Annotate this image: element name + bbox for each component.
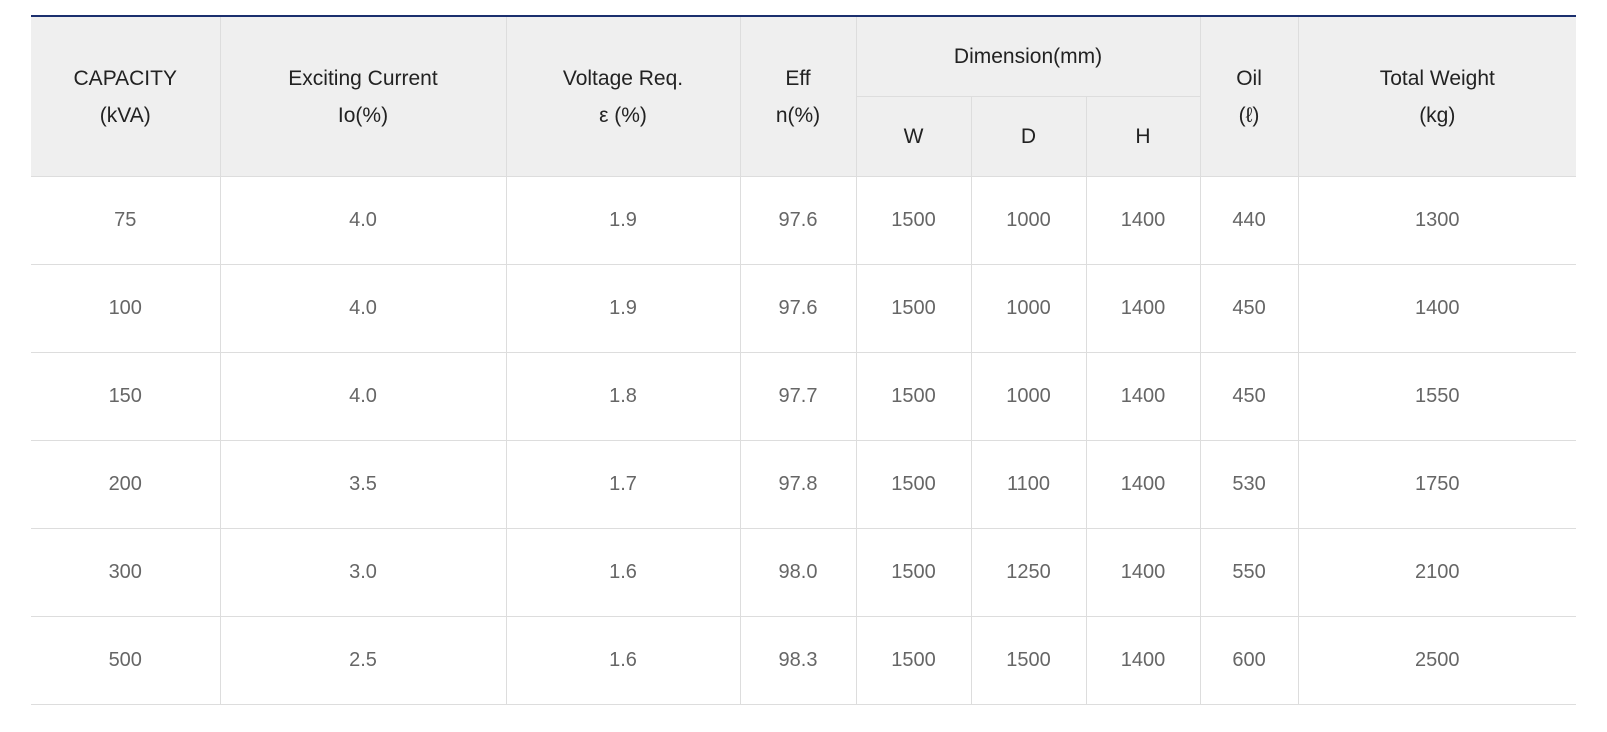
cell-exciting-current: 4.0 [219,176,506,265]
cell-exciting-current: 3.5 [219,440,506,529]
cell-dimension-h: 1400 [1085,528,1201,617]
spec-table-container: CAPACITY (kVA) Exciting Current Io(%) Vo… [31,15,1577,705]
header-dimension: Dimension(mm) [855,16,1201,97]
header-voltage-req-label: Voltage Req. [562,66,684,90]
header-dimension-h: H [1085,96,1201,177]
cell-capacity: 300 [31,528,220,617]
header-total-weight-unit: (kg) [1419,103,1456,127]
cell-dimension-w: 1500 [855,616,971,705]
cell-dimension-d: 1000 [970,352,1086,441]
cell-voltage-req: 1.9 [505,264,740,353]
header-oil-label: Oil [1236,66,1262,90]
cell-eff: 97.8 [739,440,856,529]
cell-dimension-w: 1500 [855,264,971,353]
header-total-weight-label: Total Weight [1379,66,1495,90]
cell-eff: 97.6 [739,264,856,353]
cell-eff: 98.0 [739,528,856,617]
cell-voltage-req: 1.9 [505,176,740,265]
header-total-weight: Total Weight (kg) [1297,16,1577,177]
table-row: 200 3.5 1.7 97.8 1500 1100 1400 530 1750 [31,440,1577,529]
cell-capacity: 150 [31,352,220,441]
cell-dimension-w: 1500 [855,528,971,617]
header-row-top: CAPACITY (kVA) Exciting Current Io(%) Vo… [31,16,1577,177]
header-dimension-w: W [855,96,971,177]
cell-exciting-current: 2.5 [219,616,506,705]
cell-eff: 97.6 [739,176,856,265]
cell-dimension-h: 1400 [1085,264,1201,353]
cell-eff: 97.7 [739,352,856,441]
table-row: 150 4.0 1.8 97.7 1500 1000 1400 450 1550 [31,352,1577,441]
cell-total-weight: 1750 [1297,440,1577,529]
table-row: 500 2.5 1.6 98.3 1500 1500 1400 600 2500 [31,616,1577,705]
cell-oil: 530 [1199,440,1299,529]
cell-oil: 550 [1199,528,1299,617]
cell-voltage-req: 1.6 [505,528,740,617]
header-capacity-label: CAPACITY [73,66,177,90]
header-oil: Oil (ℓ) [1199,16,1299,177]
header-dimension-d: D [970,96,1086,177]
header-eff: Eff n(%) [739,16,856,177]
cell-total-weight: 1300 [1297,176,1577,265]
cell-dimension-d: 1100 [970,440,1086,529]
cell-eff: 98.3 [739,616,856,705]
cell-capacity: 75 [31,176,220,265]
table-row: 75 4.0 1.9 97.6 1500 1000 1400 440 1300 [31,176,1577,265]
cell-oil: 450 [1199,264,1299,353]
header-eff-label: Eff [785,66,811,90]
cell-exciting-current: 4.0 [219,264,506,353]
cell-voltage-req: 1.7 [505,440,740,529]
cell-dimension-w: 1500 [855,176,971,265]
cell-voltage-req: 1.8 [505,352,740,441]
cell-dimension-w: 1500 [855,352,971,441]
cell-dimension-d: 1000 [970,264,1086,353]
header-exciting-current-label: Exciting Current [288,66,438,90]
header-capacity: CAPACITY (kVA) [31,16,220,177]
table-body: 75 4.0 1.9 97.6 1500 1000 1400 440 1300 … [31,176,1577,705]
table-row: 300 3.0 1.6 98.0 1500 1250 1400 550 2100 [31,528,1577,617]
header-capacity-unit: (kVA) [99,103,151,127]
cell-dimension-d: 1000 [970,176,1086,265]
cell-capacity: 500 [31,616,220,705]
cell-total-weight: 1400 [1297,264,1577,353]
cell-exciting-current: 4.0 [219,352,506,441]
cell-exciting-current: 3.0 [219,528,506,617]
cell-total-weight: 2500 [1297,616,1577,705]
cell-total-weight: 1550 [1297,352,1577,441]
cell-dimension-h: 1400 [1085,176,1201,265]
cell-capacity: 100 [31,264,220,353]
header-voltage-req-unit: ε (%) [599,103,647,127]
cell-dimension-w: 1500 [855,440,971,529]
cell-oil: 600 [1199,616,1299,705]
cell-capacity: 200 [31,440,220,529]
table-header: CAPACITY (kVA) Exciting Current Io(%) Vo… [31,16,1577,177]
cell-dimension-h: 1400 [1085,352,1201,441]
transformer-spec-table: CAPACITY (kVA) Exciting Current Io(%) Vo… [31,15,1577,705]
table-row: 100 4.0 1.9 97.6 1500 1000 1400 450 1400 [31,264,1577,353]
cell-total-weight: 2100 [1297,528,1577,617]
cell-voltage-req: 1.6 [505,616,740,705]
header-voltage-req: Voltage Req. ε (%) [505,16,740,177]
header-exciting-current-unit: Io(%) [337,103,389,127]
header-exciting-current: Exciting Current Io(%) [219,16,506,177]
cell-dimension-h: 1400 [1085,440,1201,529]
cell-dimension-d: 1500 [970,616,1086,705]
cell-oil: 440 [1199,176,1299,265]
cell-dimension-d: 1250 [970,528,1086,617]
cell-oil: 450 [1199,352,1299,441]
header-eff-unit: n(%) [775,103,821,127]
cell-dimension-h: 1400 [1085,616,1201,705]
header-oil-unit: (ℓ) [1238,103,1260,127]
